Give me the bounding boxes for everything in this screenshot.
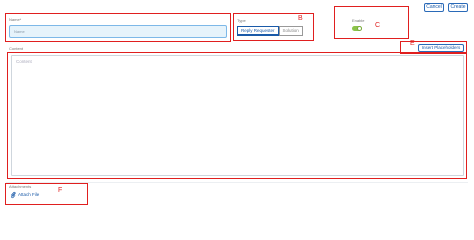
content-textarea[interactable]: Content [11, 55, 464, 176]
annotation-label-e: E [410, 40, 415, 47]
attach-file-link[interactable]: Attach File [10, 191, 39, 199]
name-input[interactable]: Name [9, 25, 227, 38]
content-field-label: Content [9, 46, 24, 51]
type-segmented-control: Reply Requester Solution [237, 26, 303, 36]
name-field-label: Name* [9, 17, 22, 22]
attach-file-label: Attach File [18, 192, 40, 197]
type-option-solution[interactable]: Solution [278, 26, 303, 36]
paperclip-icon [10, 191, 16, 199]
enable-field-label: Enable [352, 18, 365, 23]
enable-toggle[interactable] [352, 26, 362, 31]
cancel-button[interactable]: Cancel [424, 3, 444, 12]
insert-placeholders-button[interactable]: Insert Placeholders [418, 44, 464, 52]
annotation-box-c [334, 6, 409, 39]
annotation-label-c: C [375, 22, 381, 29]
type-option-reply-requester[interactable]: Reply Requester [237, 26, 279, 36]
annotation-label-b: B [298, 15, 303, 22]
attachments-label: Attachments [9, 184, 32, 189]
type-field-label: Type [237, 18, 246, 23]
toggle-knob [357, 26, 362, 31]
create-button[interactable]: Create [448, 3, 468, 12]
annotation-label-f: F [58, 187, 63, 194]
